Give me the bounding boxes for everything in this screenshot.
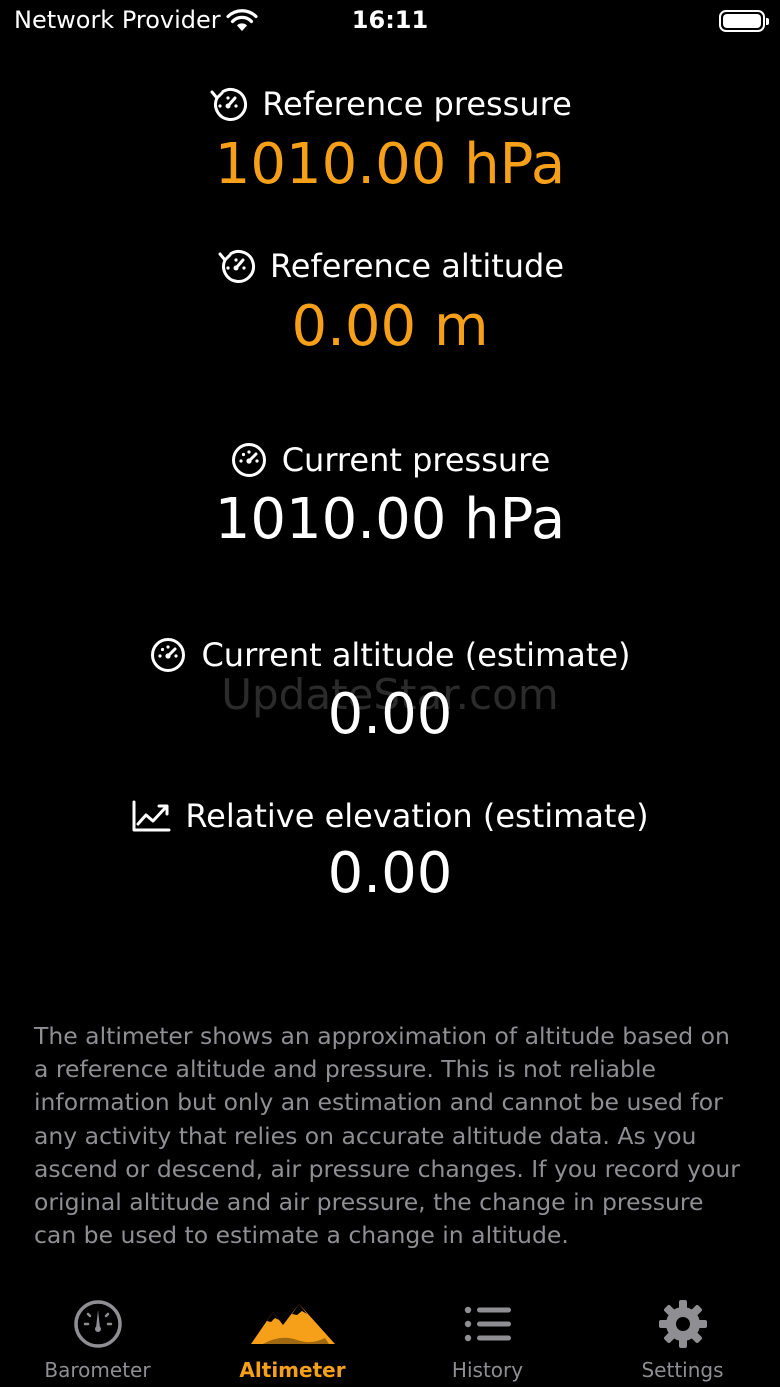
tab-settings-label: Settings <box>641 1358 724 1382</box>
list-icon <box>464 1306 511 1342</box>
tab-barometer-label: Barometer <box>44 1358 151 1382</box>
relative-elevation-header: Relative elevation (estimate) <box>131 797 649 835</box>
altimeter-screen: Network Provider 16:11 Reference pressur… <box>0 0 780 1387</box>
reference-altitude-block[interactable]: Reference altitude 0.00 m <box>0 246 780 360</box>
mountains-icon <box>250 1304 335 1344</box>
relative-elevation-label: Relative elevation (estimate) <box>185 797 649 835</box>
gauge-icon <box>231 443 266 477</box>
relative-elevation-block: Relative elevation (estimate) 0.00 <box>0 797 780 907</box>
current-altitude-header: Current altitude (estimate) <box>149 636 631 674</box>
gear-icon <box>658 1300 707 1348</box>
reference-altitude-value: 0.00 m <box>291 294 489 359</box>
tab-history[interactable]: History <box>390 1290 585 1387</box>
reference-pressure-header: Reference pressure <box>208 84 572 124</box>
current-pressure-block: Current pressure 1010.00 hPa <box>0 441 780 553</box>
current-altitude-value: 0.00 <box>327 682 453 747</box>
tab-altimeter[interactable]: Altimeter <box>195 1290 390 1387</box>
reference-altitude-label: Reference altitude <box>269 247 565 285</box>
current-pressure-value: 1010.00 hPa <box>214 487 566 552</box>
reference-pressure-block[interactable]: Reference pressure 1010.00 hPa <box>0 84 780 198</box>
reference-altitude-header: Reference altitude <box>216 246 564 286</box>
tab-settings[interactable]: Settings <box>585 1290 780 1387</box>
timer-reset-icon <box>210 88 248 121</box>
relative-elevation-value: 0.00 <box>327 841 453 906</box>
gauge-icon <box>151 638 186 672</box>
status-bar: Network Provider 16:11 <box>0 0 780 44</box>
altimeter-description: The altimeter shows an approximation of … <box>34 1022 740 1250</box>
tab-barometer[interactable]: Barometer <box>0 1290 195 1387</box>
current-pressure-label: Current pressure <box>281 441 551 479</box>
reference-pressure-value: 1010.00 hPa <box>214 132 566 197</box>
current-altitude-block: Current altitude (estimate) 0.00 <box>0 636 780 748</box>
tab-history-label: History <box>451 1358 524 1382</box>
tab-altimeter-label: Altimeter <box>239 1358 346 1382</box>
current-altitude-label: Current altitude (estimate) <box>201 636 631 674</box>
current-pressure-header: Current pressure <box>230 441 551 479</box>
barometer-icon <box>73 1300 122 1348</box>
battery-icon <box>719 10 769 32</box>
tab-bar: Barometer Altimeter History Settings <box>0 1290 780 1387</box>
reference-pressure-label: Reference pressure <box>262 85 572 123</box>
status-time: 16:11 <box>351 6 429 34</box>
timer-reset-icon <box>218 250 255 283</box>
chart-line-icon <box>132 800 171 832</box>
